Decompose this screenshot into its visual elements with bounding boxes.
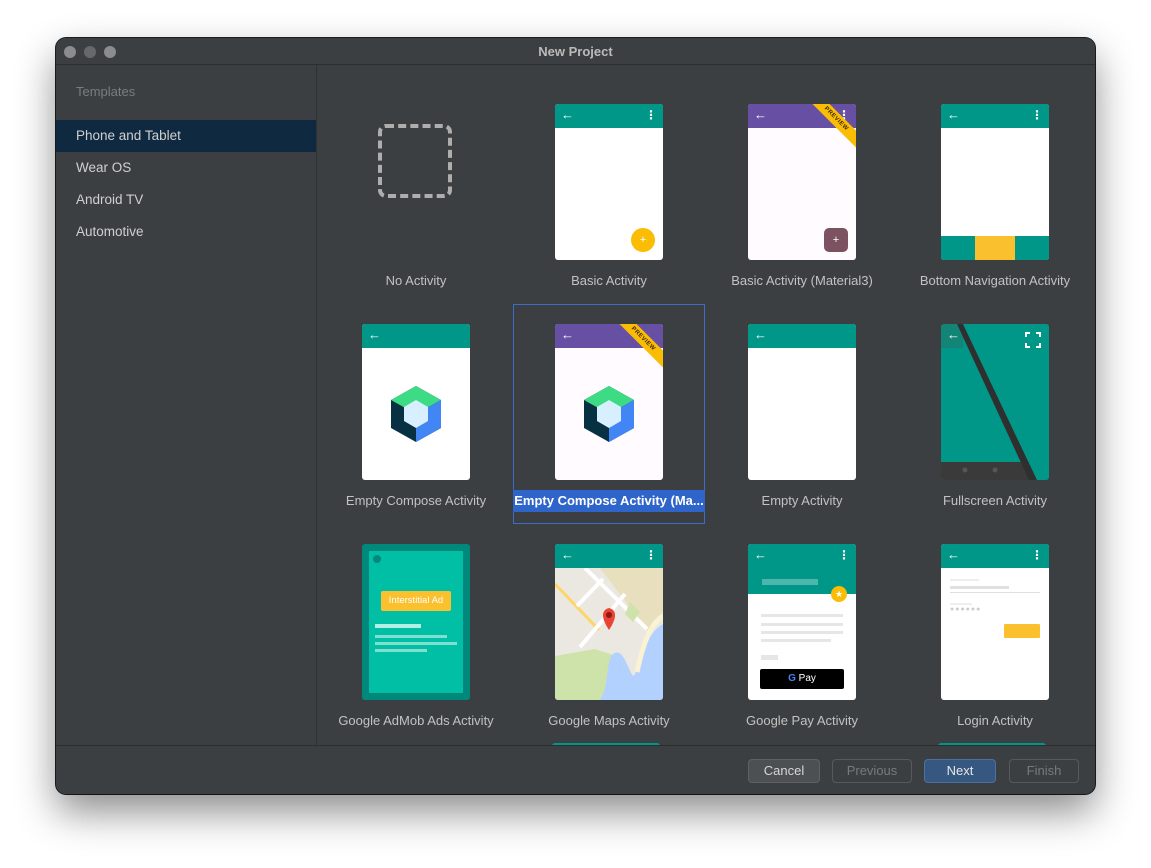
template-google-maps-activity[interactable]: ← ⋮ Google Maps Activity xyxy=(513,524,705,744)
template-fullscreen-activity[interactable]: ← Fullscreen Activity xyxy=(899,304,1091,524)
star-badge-icon: ★ xyxy=(831,586,847,602)
templates-sidebar: Templates Phone and Tablet Wear OS Andro… xyxy=(56,65,317,746)
bottom-nav-bar xyxy=(941,236,1049,260)
dialog-footer: Cancel Previous Next Finish xyxy=(56,745,1095,794)
template-label: Google Maps Activity xyxy=(548,713,670,728)
template-label: Login Activity xyxy=(957,713,1033,728)
empty-compose-material3-preview: ← PREVIEW xyxy=(555,324,663,480)
basic-activity-preview: ← ⋮ + xyxy=(555,104,663,260)
bottom-navigation-preview: ← ⋮ xyxy=(941,104,1049,260)
new-project-dialog: New Project Templates Phone and Tablet W… xyxy=(56,38,1095,794)
template-no-activity[interactable]: No Activity xyxy=(320,84,512,304)
overflow-menu-icon: ⋮ xyxy=(645,108,657,122)
template-basic-activity-material3[interactable]: ← ⋮ PREVIEW + Basic Activity (Material3) xyxy=(706,84,898,304)
template-label: Bottom Navigation Activity xyxy=(919,273,1071,288)
maps-preview: ← ⋮ xyxy=(555,544,663,700)
template-label: Basic Activity xyxy=(571,273,647,288)
overflow-menu-icon: ⋮ xyxy=(1031,548,1043,562)
template-empty-compose-activity[interactable]: ← Empty Compose Activity xyxy=(320,304,512,524)
template-label: No Activity xyxy=(385,273,447,288)
fab-plus-icon: + xyxy=(824,228,848,252)
back-arrow-icon: ← xyxy=(561,327,574,342)
admob-preview: Interstitial Ad xyxy=(362,544,470,700)
template-empty-compose-activity-material3[interactable]: ← PREVIEW Empty Compose Activity (Ma... xyxy=(513,304,705,524)
compose-logo-icon xyxy=(584,386,634,442)
empty-activity-preview: ← xyxy=(748,324,856,480)
fab-plus-icon: + xyxy=(631,228,655,252)
window-title: New Project xyxy=(538,44,613,59)
back-arrow-icon: ← xyxy=(947,327,960,342)
login-button-graphic xyxy=(1004,624,1040,638)
template-label: Google AdMob Ads Activity xyxy=(338,713,494,728)
overflow-menu-icon: ⋮ xyxy=(645,548,657,562)
back-arrow-icon: ← xyxy=(561,107,574,122)
empty-compose-preview: ← xyxy=(362,324,470,480)
fullscreen-preview: ← xyxy=(941,324,1049,480)
template-label: Empty Compose Activity (Ma... xyxy=(513,490,705,512)
template-label: Fullscreen Activity xyxy=(942,493,1048,508)
sidebar-item-automotive[interactable]: Automotive xyxy=(56,216,316,248)
template-login-activity[interactable]: ← ⋮ ●●●●●● Login Activity xyxy=(899,524,1091,744)
back-arrow-icon: ← xyxy=(947,547,960,562)
gpay-button: G Pay xyxy=(760,669,844,689)
password-dots: ●●●●●● xyxy=(950,606,982,613)
template-grid: No Activity ← ⋮ + Basic Activity ← ⋮ PREVI… xyxy=(317,65,1095,746)
fullscreen-expand-icon xyxy=(1025,332,1041,348)
interstitial-ad-label: Interstitial Ad xyxy=(381,591,451,611)
template-empty-activity[interactable]: ← Empty Activity xyxy=(706,304,898,524)
basic-activity-material3-preview: ← ⋮ PREVIEW + xyxy=(748,104,856,260)
back-arrow-icon: ← xyxy=(754,107,767,122)
back-arrow-icon: ← xyxy=(947,107,960,122)
back-arrow-icon: ← xyxy=(561,547,574,562)
sidebar-item-wear-os[interactable]: Wear OS xyxy=(56,152,316,184)
compose-logo-icon xyxy=(391,386,441,442)
login-preview: ← ⋮ ●●●●●● xyxy=(941,544,1049,700)
template-basic-activity[interactable]: ← ⋮ + Basic Activity xyxy=(513,84,705,304)
overflow-menu-icon: ⋮ xyxy=(1031,108,1043,122)
template-bottom-navigation-activity[interactable]: ← ⋮ Bottom Navigation Activity xyxy=(899,84,1091,304)
template-label: Google Pay Activity xyxy=(746,713,858,728)
template-google-pay-activity[interactable]: ← ⋮ ★ G Pay Google Pay Activity xyxy=(706,524,898,744)
back-arrow-icon: ← xyxy=(368,327,381,342)
template-label: Empty Activity xyxy=(761,493,843,508)
no-activity-placeholder-icon xyxy=(378,124,452,198)
back-arrow-icon: ← xyxy=(754,547,767,562)
finish-button[interactable]: Finish xyxy=(1009,759,1079,783)
overflow-menu-icon: ⋮ xyxy=(838,548,850,562)
camera-dot-icon xyxy=(373,555,381,563)
template-google-admob-ads-activity[interactable]: Interstitial Ad Google AdMob Ads Activit… xyxy=(320,524,512,744)
next-button[interactable]: Next xyxy=(924,759,996,783)
template-label: Basic Activity (Material3) xyxy=(731,273,873,288)
template-label: Empty Compose Activity xyxy=(345,493,487,508)
back-arrow-icon: ← xyxy=(754,327,767,342)
cancel-button[interactable]: Cancel xyxy=(748,759,820,783)
title-bar: New Project xyxy=(56,38,1095,65)
sidebar-item-android-tv[interactable]: Android TV xyxy=(56,184,316,216)
google-g-icon: G xyxy=(788,673,796,684)
sidebar-item-phone-and-tablet[interactable]: Phone and Tablet xyxy=(56,120,316,152)
gpay-preview: ← ⋮ ★ G Pay xyxy=(748,544,856,700)
pay-text: Pay xyxy=(798,673,816,684)
previous-button[interactable]: Previous xyxy=(832,759,912,783)
sidebar-header: Templates xyxy=(76,84,136,99)
